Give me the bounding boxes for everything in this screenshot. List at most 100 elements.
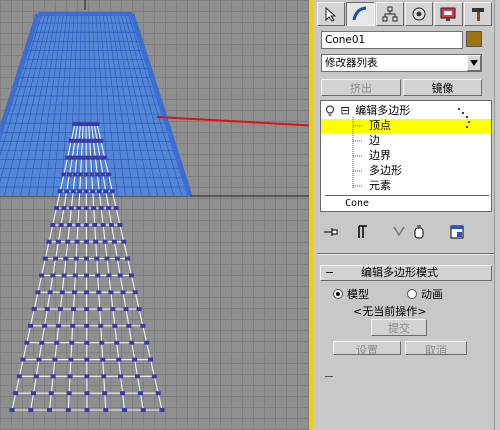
tab-utilities[interactable]: [463, 2, 492, 26]
vertex-marker: [54, 340, 60, 345]
vertex-marker: [44, 307, 50, 312]
vertex-marker: [83, 172, 89, 177]
tab-create[interactable]: [317, 2, 346, 26]
tab-motion[interactable]: [404, 2, 434, 26]
radio-animation[interactable]: 动画: [407, 287, 443, 301]
modifier-stack[interactable]: ⊟ 编辑多边形 顶点 边 边界 多边形 元素 Cone: [320, 100, 492, 212]
vertex-marker: [47, 408, 52, 412]
viewport[interactable]: [0, 0, 313, 430]
modify-arc-icon: [353, 6, 367, 21]
vertex-marker: [47, 290, 53, 295]
command-panel: Cone01 修改器列表 挤出 镜像 ⊟ 编辑多边形 顶点 边 边界 多边形 元…: [313, 0, 500, 430]
vertex-marker: [76, 206, 82, 211]
vertex-marker: [68, 206, 74, 211]
vertex-marker: [65, 155, 71, 160]
commit-button[interactable]: 提交: [371, 319, 427, 336]
annotation-arrow: [156, 116, 313, 127]
utilities-hammer-icon: [471, 8, 484, 21]
vertex-marker: [66, 391, 72, 396]
vertex-marker: [103, 408, 109, 412]
stack-subobj-polygon[interactable]: 多边形: [369, 164, 402, 178]
tab-hierarchy[interactable]: [375, 2, 404, 26]
rollout-separator: [317, 253, 496, 255]
tab-display[interactable]: [434, 2, 463, 26]
pin-stack-icon[interactable]: [323, 223, 339, 241]
stack-subobj-border[interactable]: 边界: [369, 149, 391, 163]
vertex-marker: [70, 323, 76, 328]
mirror-button[interactable]: 镜像: [403, 79, 482, 96]
vertex-marker: [53, 256, 59, 261]
display-monitor-icon: [440, 7, 456, 21]
remove-modifier-icon[interactable]: [411, 223, 427, 241]
vertex-marker: [84, 374, 90, 379]
vertex-marker: [57, 307, 63, 312]
lightbulb-icon[interactable]: [325, 105, 335, 117]
vertex-marker: [9, 408, 15, 412]
radio-model[interactable]: 模型: [333, 287, 369, 301]
viewport-scene: [0, 0, 313, 412]
object-color-swatch[interactable]: [466, 31, 482, 47]
stack-toolbar: [321, 223, 491, 241]
extrude-button[interactable]: 挤出: [321, 79, 401, 96]
vertex-marker: [13, 391, 19, 396]
vertex-marker: [132, 290, 138, 295]
vertex-marker: [148, 357, 154, 362]
rollout-title: 编辑多边形模式: [361, 266, 438, 279]
stack-subobj-vertex[interactable]: 顶点: [369, 119, 391, 133]
vertex-marker: [83, 206, 89, 211]
stack-subobj-edge[interactable]: 边: [369, 134, 380, 148]
vertex-marker: [132, 357, 138, 362]
vertex-marker: [31, 391, 37, 396]
vertex-marker: [65, 408, 71, 412]
hierarchy-icon: [382, 6, 398, 22]
vertex-marker: [68, 357, 74, 362]
configure-modifier-sets-icon[interactable]: [449, 223, 465, 241]
selected-cone-wireframe[interactable]: [0, 12, 193, 197]
vertex-marker: [61, 172, 67, 177]
expand-collapse-icon[interactable]: ⊟: [341, 104, 350, 117]
vertex-marker: [50, 374, 56, 379]
vertex-marker: [72, 273, 78, 278]
vertex-marker: [84, 391, 90, 396]
vertex-marker: [91, 206, 97, 211]
show-end-result-icon[interactable]: [355, 223, 371, 241]
vertex-marker: [28, 323, 34, 328]
vertex-marker: [102, 239, 108, 244]
vertex-marker: [84, 340, 90, 345]
vertex-marker: [74, 155, 80, 160]
cancel-button[interactable]: 取消: [405, 341, 467, 355]
vertex-marker: [140, 323, 146, 328]
vertex-marker: [61, 273, 67, 278]
vertex-marker: [114, 340, 120, 345]
vertex-marker: [126, 323, 132, 328]
vertex-marker: [102, 391, 108, 396]
vertex-marker: [114, 256, 120, 261]
stack-subobj-element[interactable]: 元素: [369, 179, 391, 193]
vertex-marker: [71, 307, 77, 312]
stack-base-object[interactable]: Cone: [345, 197, 369, 211]
vertex-marker: [109, 222, 115, 227]
vertex-marker: [92, 155, 98, 160]
vertex-marker: [83, 239, 89, 244]
vertex-marker: [136, 307, 142, 312]
make-unique-icon[interactable]: [391, 223, 407, 241]
vertex-marker: [24, 340, 30, 345]
motion-icon: [412, 7, 426, 21]
dotted-cursor-icon: [458, 108, 470, 128]
object-name-field[interactable]: Cone01: [321, 31, 463, 49]
settings-button[interactable]: 设置: [333, 341, 401, 355]
vertex-marker: [117, 222, 123, 227]
dropdown-arrow-icon[interactable]: [467, 55, 481, 71]
vertex-marker: [36, 357, 42, 362]
vertex-marker: [28, 408, 34, 412]
vertex-marker: [63, 256, 69, 261]
vertex-marker: [95, 273, 101, 278]
vertex-marker: [66, 172, 72, 177]
vertex-marker: [121, 239, 127, 244]
rollout-edit-poly-mode-header[interactable]: − 编辑多边形模式: [320, 265, 492, 281]
vertex-marker: [94, 256, 100, 261]
stack-item-edit-poly[interactable]: ⊟ 编辑多边形: [325, 104, 410, 118]
tab-modify[interactable]: [346, 2, 375, 26]
modifier-list-dropdown[interactable]: 修改器列表: [321, 54, 482, 72]
current-operation-text: <无当前操作>: [353, 305, 427, 318]
